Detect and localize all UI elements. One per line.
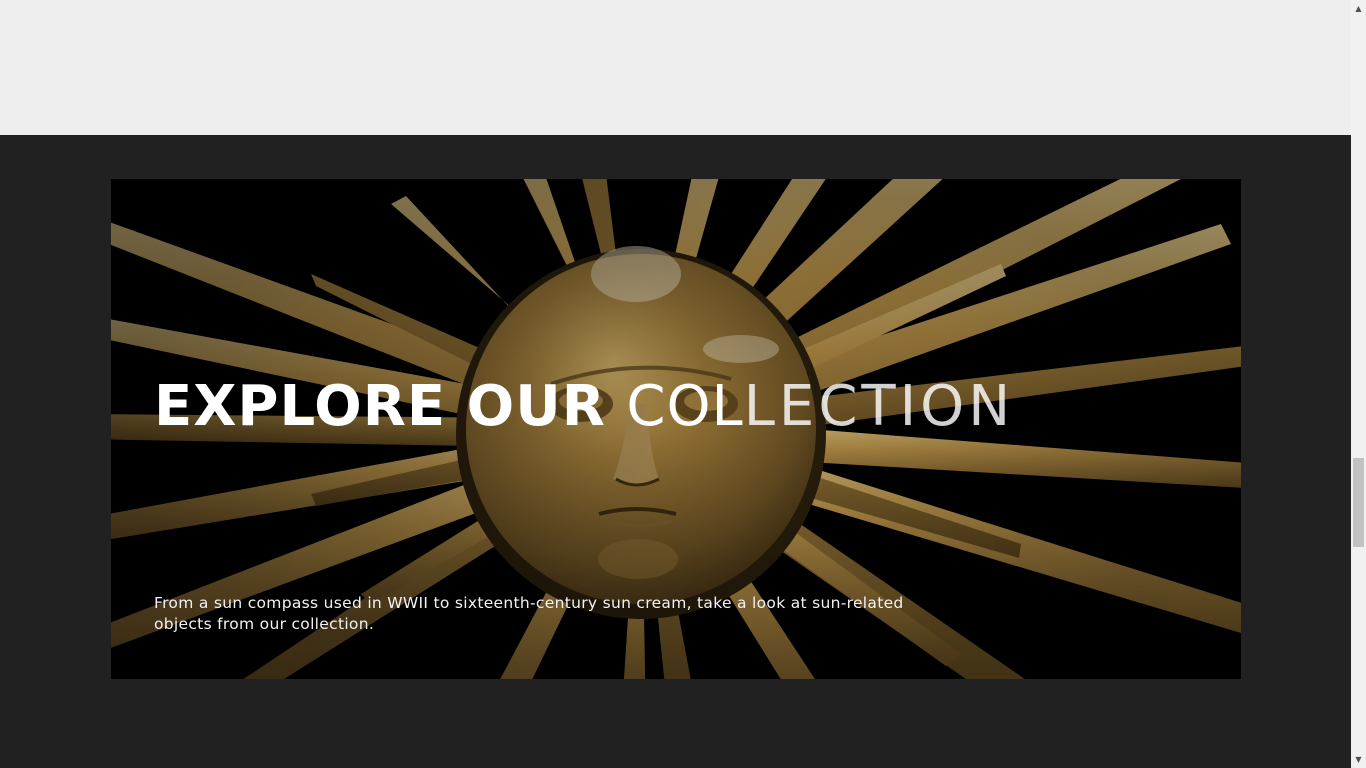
- hero-title-mid: COL: [626, 374, 744, 439]
- hero-description: From a sun compass used in WWII to sixte…: [154, 594, 904, 633]
- scroll-up-icon[interactable]: ▲: [1351, 0, 1366, 17]
- page: EXPLORE OUR COLLECTION From a sun compas…: [0, 0, 1351, 768]
- explore-collection-card[interactable]: EXPLORE OUR COLLECTION From a sun compas…: [111, 179, 1241, 679]
- hero-title-thin: LECTION: [743, 374, 1015, 439]
- vertical-scrollbar[interactable]: ▲ ▼: [1351, 0, 1366, 768]
- hero-title: EXPLORE OUR COLLECTION: [154, 375, 1014, 439]
- hero-title-bold: EXPLORE OUR: [154, 374, 627, 439]
- scroll-down-icon[interactable]: ▼: [1351, 751, 1366, 768]
- browser-viewport: EXPLORE OUR COLLECTION From a sun compas…: [0, 0, 1366, 768]
- scrollbar-thumb[interactable]: [1353, 458, 1364, 547]
- light-section: [0, 0, 1351, 135]
